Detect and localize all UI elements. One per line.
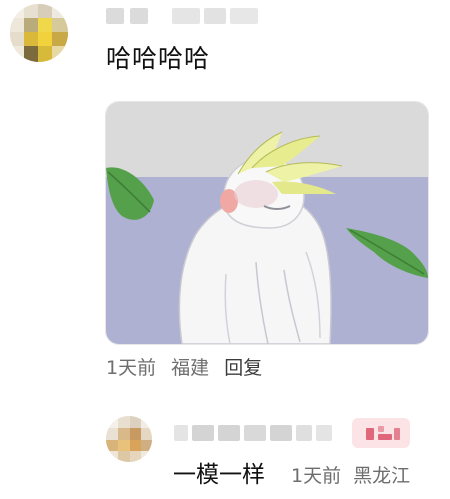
cockatiel-sticker-image <box>106 102 428 344</box>
comment-meta: 1天前 福建 回复 <box>106 354 271 382</box>
commenter-username-blurred[interactable] <box>106 4 266 28</box>
reply-meta: 1天前 黑龙江 <box>291 462 416 490</box>
food-avatar-icon <box>106 416 152 462</box>
comment-text: 哈哈哈哈 <box>106 44 211 73</box>
replier-avatar[interactable] <box>106 416 152 462</box>
comment-thread: 哈哈哈哈 1天前 福建 回复 一模一样 1天前 黑龙江 <box>0 0 450 499</box>
comment-location: 福建 <box>171 357 210 379</box>
replier-badge <box>352 418 410 448</box>
commenter-avatar[interactable] <box>10 4 68 62</box>
reply-location: 黑龙江 <box>353 465 411 487</box>
reply-text: 一模一样 <box>173 462 265 488</box>
replier-username-blurred[interactable] <box>174 422 344 444</box>
reply-time: 1天前 <box>291 465 342 487</box>
cockatiel-sticker[interactable] <box>105 101 429 345</box>
bird-avatar-icon <box>10 4 68 62</box>
reply-button[interactable]: 回复 <box>224 357 262 379</box>
comment-time: 1天前 <box>106 357 157 379</box>
